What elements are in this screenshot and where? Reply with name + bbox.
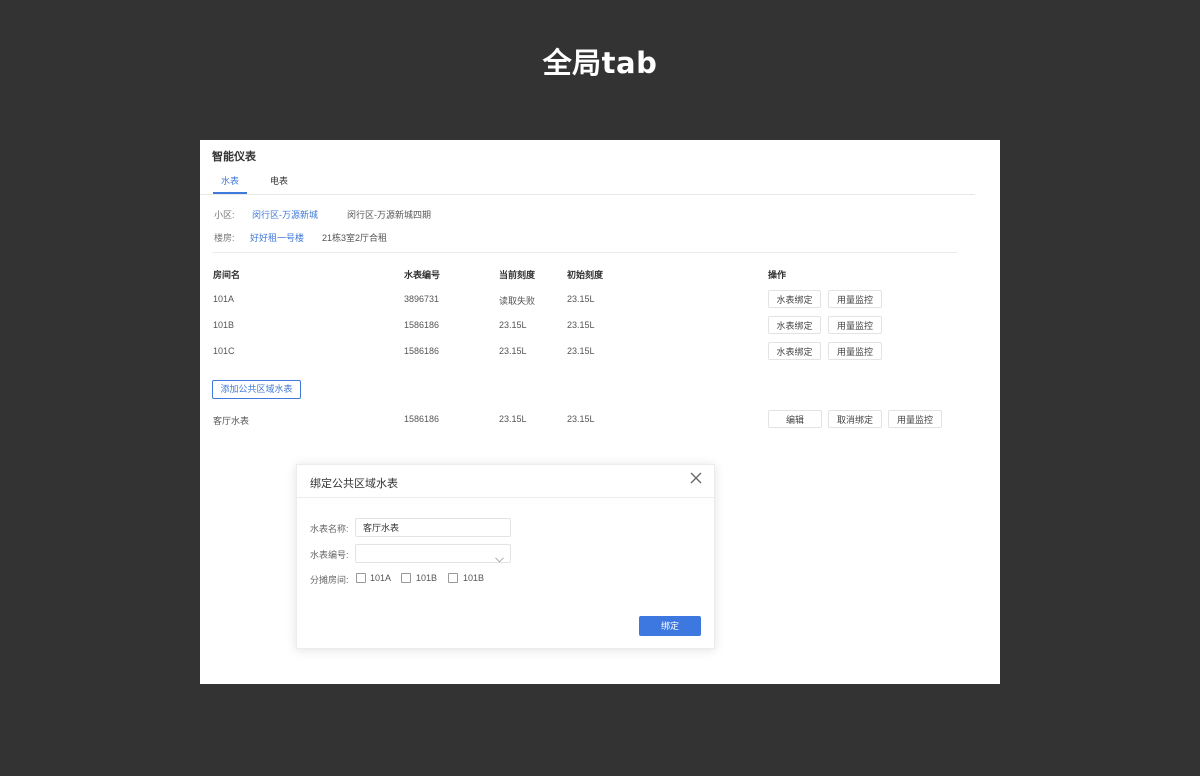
room-checkbox-101a[interactable]	[356, 573, 366, 583]
smart-meter-panel: 智能仪表 水表 电表 小区: 闵行区-万源新城 闵行区-万源新城四期 楼房: 好…	[200, 140, 1000, 684]
meter-name-input[interactable]	[355, 518, 511, 537]
room-checkbox-label: 101B	[416, 573, 438, 583]
building-label: 楼房:	[214, 233, 235, 243]
meter-number: 1586186	[404, 346, 440, 356]
meter-number-select[interactable]	[355, 544, 511, 563]
page-title: 智能仪表	[212, 151, 256, 163]
current-reading: 23.15L	[499, 346, 527, 356]
chevron-down-icon	[495, 550, 504, 568]
add-public-meter-button[interactable]: 添加公共区域水表	[212, 380, 301, 399]
usage-monitor-button[interactable]: 用量监控	[828, 316, 882, 334]
dialog-title: 绑定公共区域水表	[310, 478, 398, 490]
unbind-button[interactable]: 取消绑定	[828, 410, 882, 428]
meter-number: 3896731	[404, 294, 440, 304]
meter-number: 1586186	[404, 320, 440, 330]
tabs-divider	[200, 194, 975, 195]
bind-public-meter-dialog: 绑定公共区域水表 水表名称: 水表编号: 分摊房间: 101A 101B 101…	[296, 464, 715, 649]
close-icon[interactable]	[690, 472, 702, 486]
building-option[interactable]: 21栋3室2厅合租	[322, 231, 387, 244]
room-checkbox-label: 101B	[463, 573, 485, 583]
usage-monitor-button[interactable]: 用量监控	[828, 290, 882, 308]
community-link[interactable]: 闵行区-万源新城	[252, 208, 318, 221]
bind-meter-button[interactable]: 水表绑定	[768, 316, 821, 334]
header-current: 当前刻度	[499, 270, 536, 280]
current-reading: 读取失败	[499, 296, 536, 306]
initial-reading: 23.15L	[567, 294, 595, 304]
room-name: 101A	[213, 294, 235, 304]
current-reading: 23.15L	[499, 414, 527, 424]
initial-reading: 23.15L	[567, 346, 595, 356]
page-headline: 全局tab	[542, 46, 658, 80]
community-option[interactable]: 闵行区-万源新城四期	[347, 208, 431, 221]
room-checkbox-label: 101A	[370, 573, 392, 583]
room-checkbox-101b[interactable]	[401, 573, 411, 583]
header-actions: 操作	[768, 270, 787, 280]
current-reading: 23.15L	[499, 320, 527, 330]
edit-button[interactable]: 编辑	[768, 410, 822, 428]
allocate-rooms-label: 分摊房间:	[310, 575, 349, 585]
bind-meter-button[interactable]: 水表绑定	[768, 290, 821, 308]
room-checkbox-101b-2[interactable]	[448, 573, 458, 583]
tab-electric-meter[interactable]: 电表	[270, 174, 288, 187]
meter-number: 1586186	[404, 414, 440, 424]
usage-monitor-button[interactable]: 用量监控	[888, 410, 942, 428]
header-initial: 初始刻度	[567, 270, 604, 280]
header-meter-no: 水表编号	[404, 270, 441, 280]
initial-reading: 23.15L	[567, 414, 595, 424]
usage-monitor-button[interactable]: 用量监控	[828, 342, 882, 360]
initial-reading: 23.15L	[567, 320, 595, 330]
room-name: 101C	[213, 346, 235, 356]
meter-name-label: 水表名称:	[310, 524, 349, 534]
filter-divider	[212, 252, 957, 253]
dialog-divider	[297, 497, 714, 498]
header-room: 房间名	[213, 270, 241, 280]
room-name: 101B	[213, 320, 235, 330]
community-label: 小区:	[214, 210, 235, 220]
building-link[interactable]: 好好租一号楼	[250, 231, 304, 244]
room-name: 客厅水表	[213, 416, 250, 426]
bind-submit-button[interactable]: 绑定	[639, 616, 701, 636]
tab-water-meter[interactable]: 水表	[221, 174, 239, 187]
meter-number-label: 水表编号:	[310, 550, 349, 560]
bind-meter-button[interactable]: 水表绑定	[768, 342, 821, 360]
